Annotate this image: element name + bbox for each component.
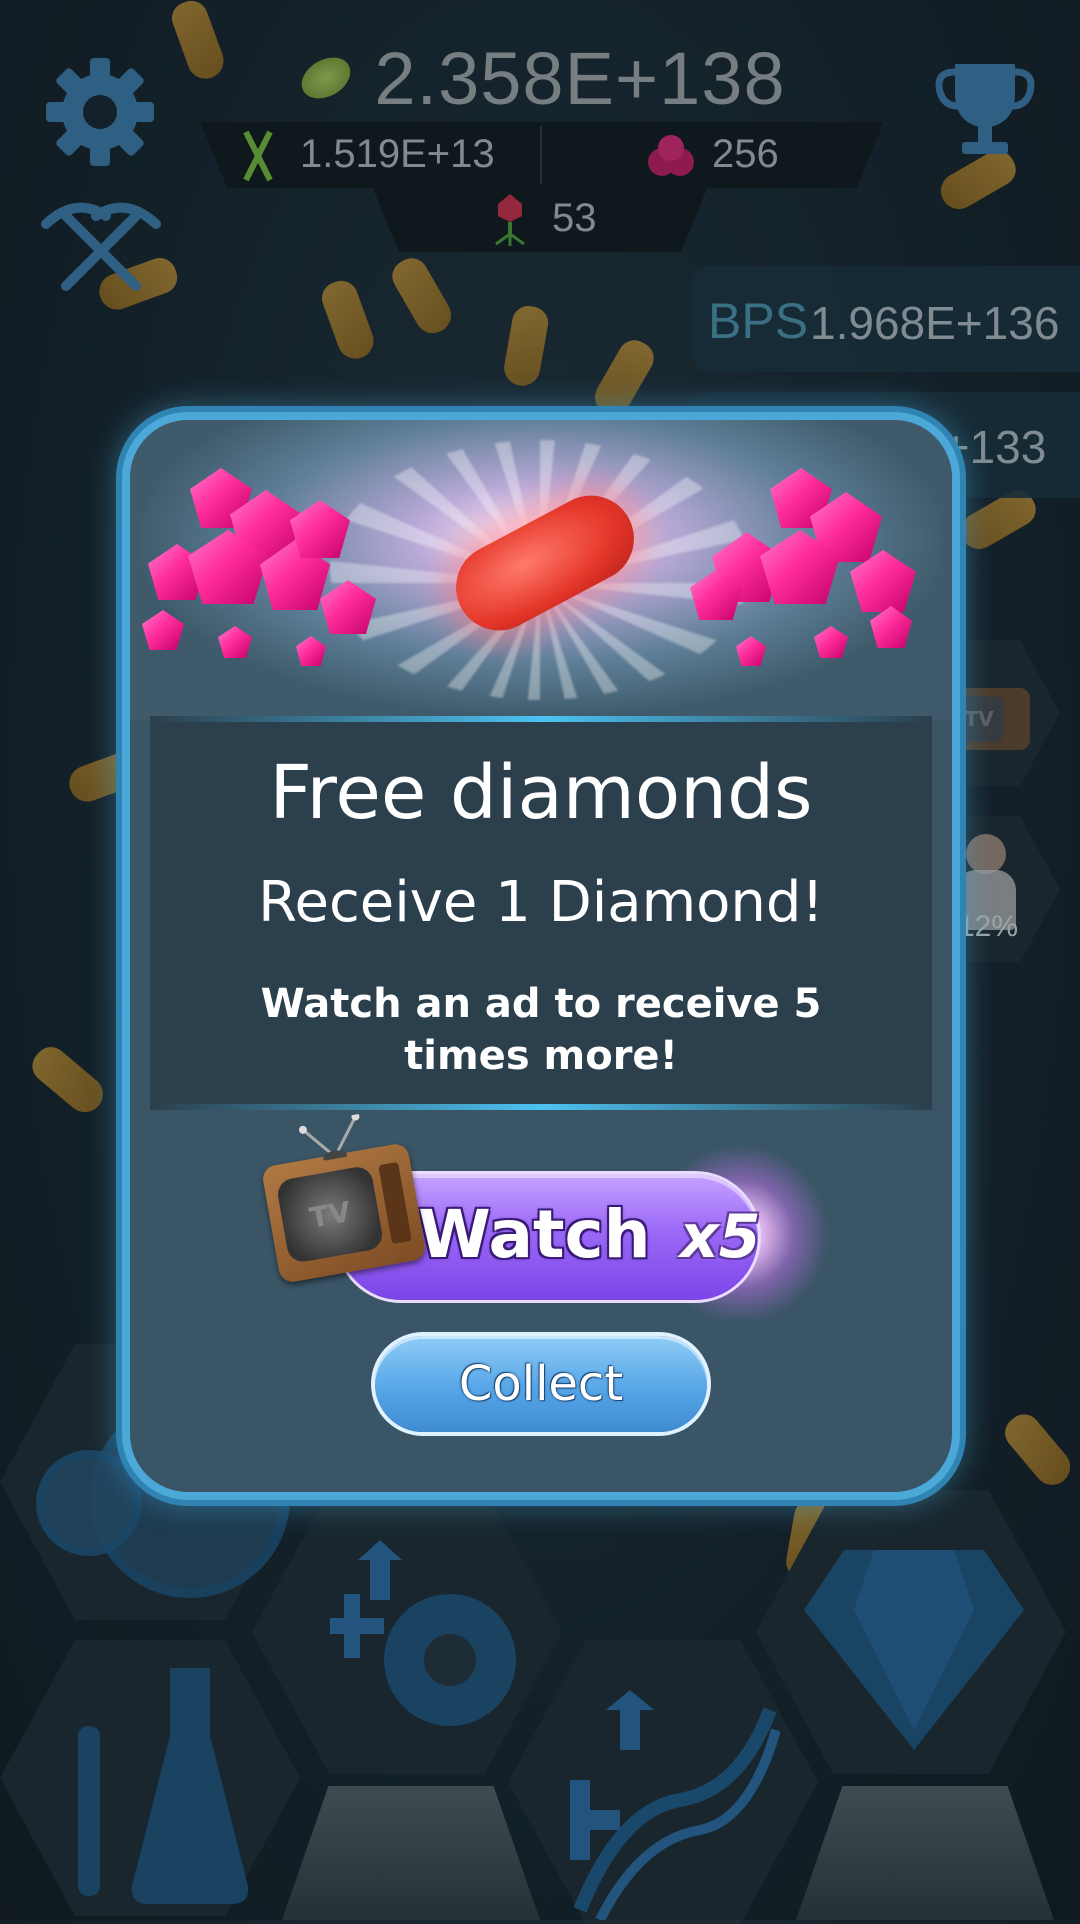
tv-knobs [378,1161,412,1245]
tv-screen: TV [275,1164,385,1265]
collect-button[interactable]: Collect [375,1336,707,1432]
glow-divider-bottom [150,1104,932,1110]
watch-label: Watch [418,1196,651,1273]
dialog-subtitle: Receive 1 Diamond! [258,870,824,935]
dialog-description: Watch an ad to receive 5 times more! [260,981,822,1079]
dialog-title: Free diamonds [269,750,813,836]
antenna-icon [298,1113,360,1163]
free-diamonds-dialog: Free diamonds Receive 1 Diamond! Watch a… [130,420,952,1492]
watch-multiplier: x5 [680,1202,761,1272]
glow-divider-top [150,716,932,722]
